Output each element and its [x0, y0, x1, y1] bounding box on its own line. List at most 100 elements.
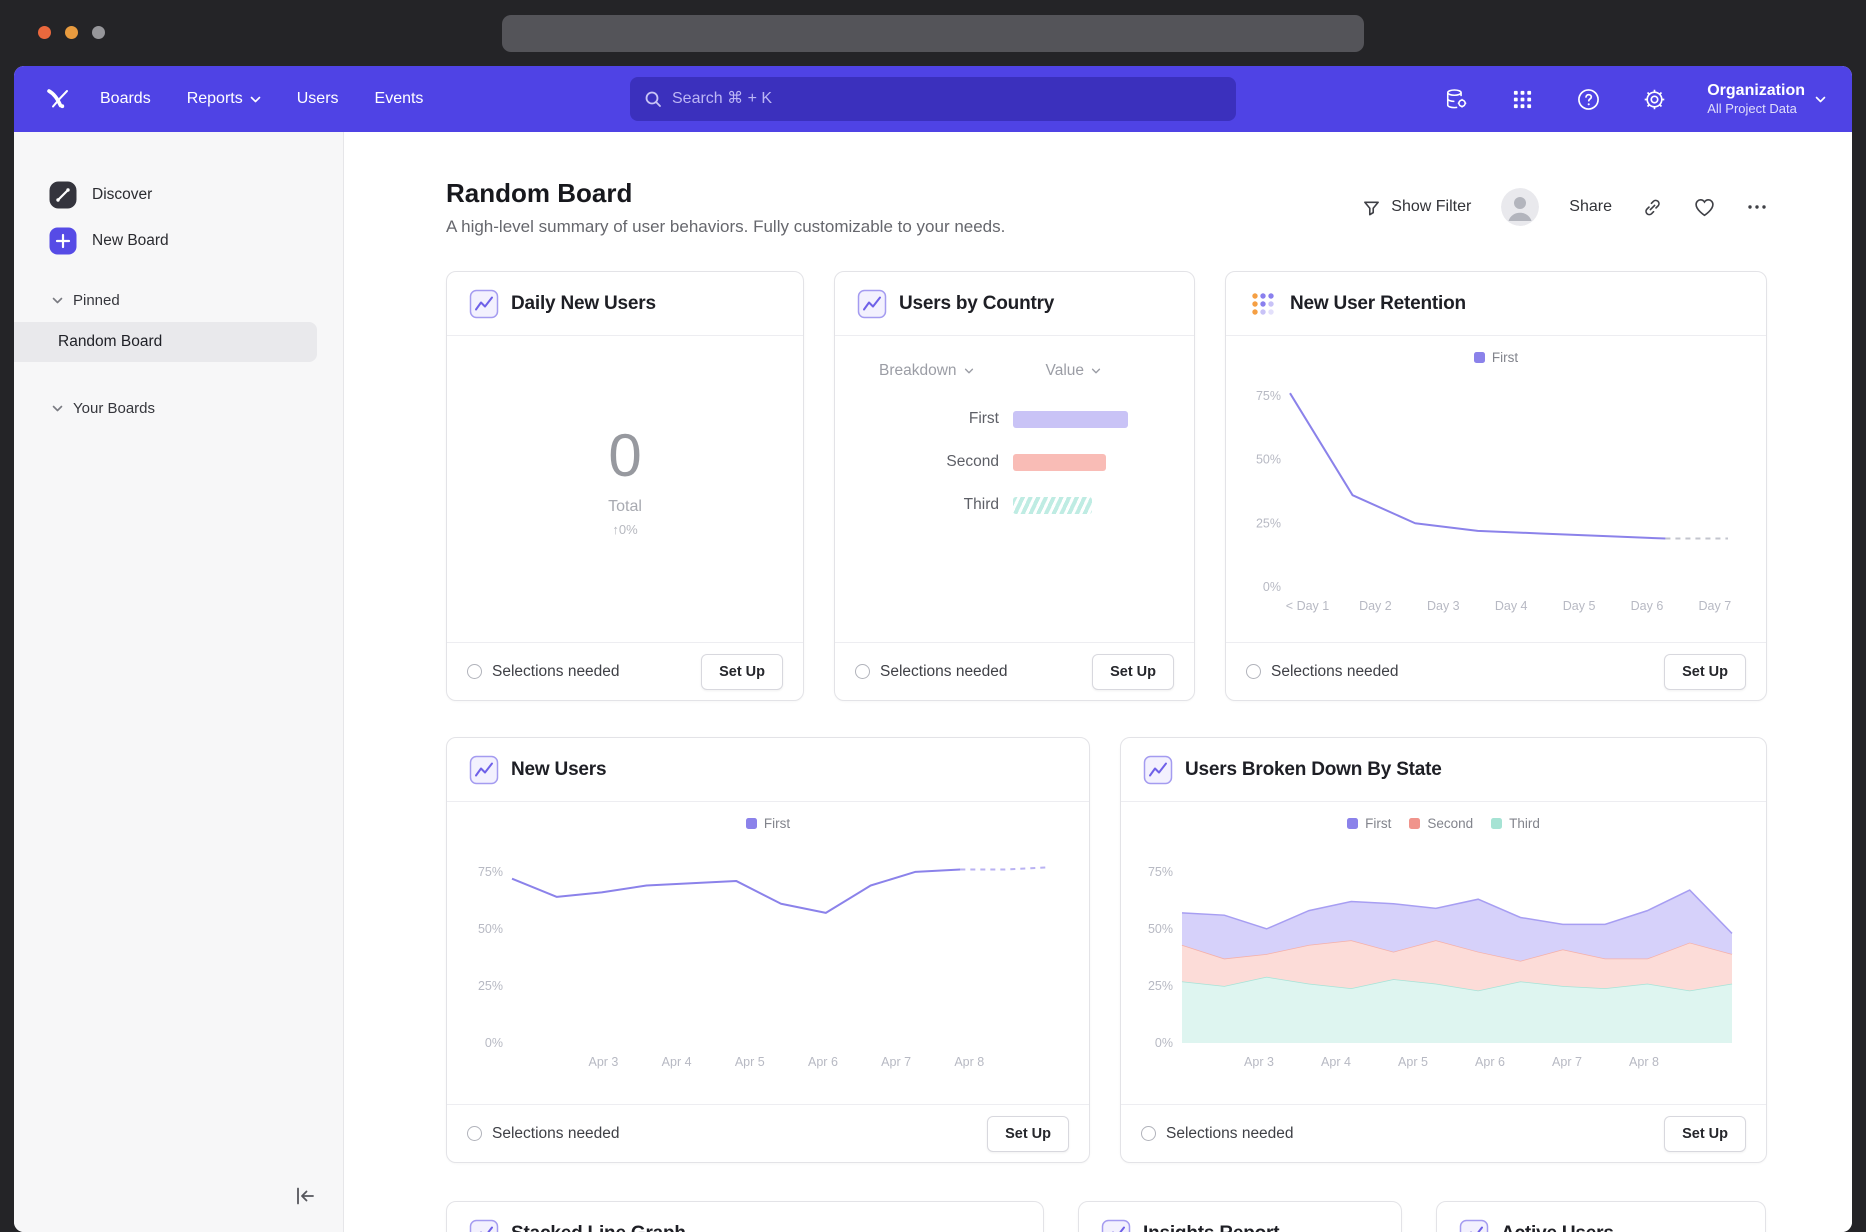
address-bar[interactable]	[502, 15, 1364, 52]
new-users-chart: 75%50%25%0%Apr 3Apr 4Apr 5Apr 6Apr 7Apr …	[468, 835, 1068, 1073]
empty-circle-icon	[1141, 1126, 1156, 1141]
settings-gear-icon[interactable]	[1641, 86, 1667, 112]
link-icon	[1642, 197, 1663, 218]
data-management-icon[interactable]	[1443, 86, 1469, 112]
help-icon[interactable]	[1575, 86, 1601, 112]
close-window-button[interactable]	[38, 26, 51, 39]
card-body: Breakdown Value FirstSecondThird	[835, 336, 1194, 642]
svg-text:Apr 4: Apr 4	[662, 1055, 692, 1069]
nav-right-actions: Organization All Project Data	[1443, 81, 1826, 117]
card-active-users: Active Users	[1436, 1201, 1766, 1232]
search-input[interactable]	[672, 90, 1222, 108]
sidebar-section-pinned[interactable]: Pinned	[14, 282, 343, 318]
card-footer: Selections needed Set Up	[447, 1104, 1089, 1162]
country-row-label: Second	[835, 453, 999, 471]
chart-legend: FirstSecondThird	[1121, 816, 1766, 831]
card-title: Insights Report	[1143, 1223, 1279, 1232]
set-up-button[interactable]: Set Up	[1092, 654, 1174, 690]
set-up-button[interactable]: Set Up	[987, 1116, 1069, 1152]
nav-item-events[interactable]: Events	[375, 90, 424, 108]
card-header: Active Users	[1437, 1202, 1765, 1232]
svg-text:Apr 3: Apr 3	[589, 1055, 619, 1069]
discover-icon	[48, 180, 78, 210]
card-footer: Selections needed Set Up	[1226, 642, 1766, 700]
filter-funnel-icon	[1362, 198, 1381, 217]
legend-swatch	[1409, 818, 1420, 829]
set-up-button[interactable]: Set Up	[1664, 1116, 1746, 1152]
nav-label-reports: Reports	[187, 90, 243, 108]
card-header: Stacked Line Graph	[447, 1202, 1043, 1232]
retention-grid-icon	[1248, 289, 1278, 319]
ellipsis-icon	[1746, 196, 1768, 218]
nav-item-users[interactable]: Users	[297, 90, 339, 108]
sidebar: Discover New Board Pinned Random Board Y…	[14, 132, 344, 1232]
status-selections-needed: Selections needed	[1141, 1125, 1294, 1143]
svg-text:Apr 7: Apr 7	[1552, 1055, 1582, 1069]
org-project-switcher[interactable]: Organization All Project Data	[1707, 81, 1826, 117]
svg-text:< Day 1: < Day 1	[1286, 599, 1329, 613]
favorite-button[interactable]	[1693, 197, 1716, 218]
board-description: A high-level summary of user behaviors. …	[446, 217, 1005, 237]
legend-item: First	[1474, 350, 1518, 365]
empty-circle-icon	[1246, 664, 1261, 679]
svg-text:75%: 75%	[478, 865, 503, 879]
card-daily-new-users: Daily New Users 0 Total ↑0% Selections n…	[446, 271, 804, 701]
chevron-down-icon	[52, 297, 63, 304]
set-up-button[interactable]: Set Up	[701, 654, 783, 690]
zoom-window-button[interactable]	[92, 26, 105, 39]
org-project-labels: Organization All Project Data	[1707, 81, 1805, 117]
card-header: New Users	[447, 738, 1089, 802]
more-options-button[interactable]	[1746, 196, 1768, 218]
main-nav: Boards Reports Users Events	[100, 90, 423, 108]
heart-icon	[1693, 197, 1716, 218]
copy-link-button[interactable]	[1642, 197, 1663, 218]
breakdown-dropdown[interactable]: Breakdown	[879, 362, 974, 380]
global-search[interactable]	[630, 77, 1236, 121]
mixpanel-logo[interactable]	[44, 85, 72, 113]
svg-text:Apr 8: Apr 8	[1629, 1055, 1659, 1069]
avatar[interactable]	[1501, 188, 1539, 226]
page-title: Random Board	[446, 178, 1005, 209]
sidebar-item-new-board[interactable]: New Board	[14, 218, 343, 264]
card-title: Users by Country	[899, 293, 1054, 315]
svg-text:Day 4: Day 4	[1495, 599, 1528, 613]
country-row: First	[835, 410, 1194, 428]
retention-chart: 75%50%25%0%< Day 1Day 2Day 3Day 4Day 5Da…	[1246, 369, 1746, 617]
sidebar-item-random-board[interactable]: Random Board	[14, 322, 317, 362]
card-header: Users by Country	[835, 272, 1194, 336]
minimize-window-button[interactable]	[65, 26, 78, 39]
org-name: Organization	[1707, 81, 1805, 101]
country-columns: Breakdown Value	[835, 362, 1194, 380]
show-filter-button[interactable]: Show Filter	[1362, 198, 1471, 217]
svg-text:75%: 75%	[1256, 389, 1281, 403]
value-dropdown[interactable]: Value	[1046, 362, 1102, 380]
nav-label-boards: Boards	[100, 90, 151, 108]
sidebar-item-discover[interactable]: Discover	[14, 172, 343, 218]
discover-label: Discover	[92, 186, 152, 204]
new-board-label: New Board	[92, 232, 169, 250]
nav-item-boards[interactable]: Boards	[100, 90, 151, 108]
svg-text:75%: 75%	[1147, 865, 1172, 879]
random-board-label: Random Board	[58, 333, 162, 351]
legend-item: Second	[1409, 816, 1473, 831]
share-button[interactable]: Share	[1569, 198, 1612, 216]
project-name: All Project Data	[1707, 101, 1805, 117]
board-header: Random Board A high-level summary of use…	[446, 178, 1768, 237]
nav-label-users: Users	[297, 90, 339, 108]
breakdown-label: Breakdown	[879, 362, 957, 380]
metric-delta: ↑0%	[612, 522, 637, 537]
nav-item-reports[interactable]: Reports	[187, 90, 261, 108]
status-text: Selections needed	[1166, 1125, 1294, 1143]
collapse-sidebar-button[interactable]	[293, 1185, 317, 1212]
svg-text:50%: 50%	[1256, 453, 1281, 467]
sidebar-section-your-boards[interactable]: Your Boards	[14, 390, 343, 426]
line-chart-icon	[1101, 1219, 1131, 1232]
set-up-button[interactable]: Set Up	[1664, 654, 1746, 690]
card-body: 0 Total ↑0%	[447, 336, 803, 642]
legend-swatch	[1491, 818, 1502, 829]
apps-grid-icon[interactable]	[1509, 86, 1535, 112]
legend-item: Third	[1491, 816, 1540, 831]
card-title: New Users	[511, 759, 606, 781]
svg-text:Day 5: Day 5	[1563, 599, 1596, 613]
window-titlebar	[0, 0, 1866, 66]
